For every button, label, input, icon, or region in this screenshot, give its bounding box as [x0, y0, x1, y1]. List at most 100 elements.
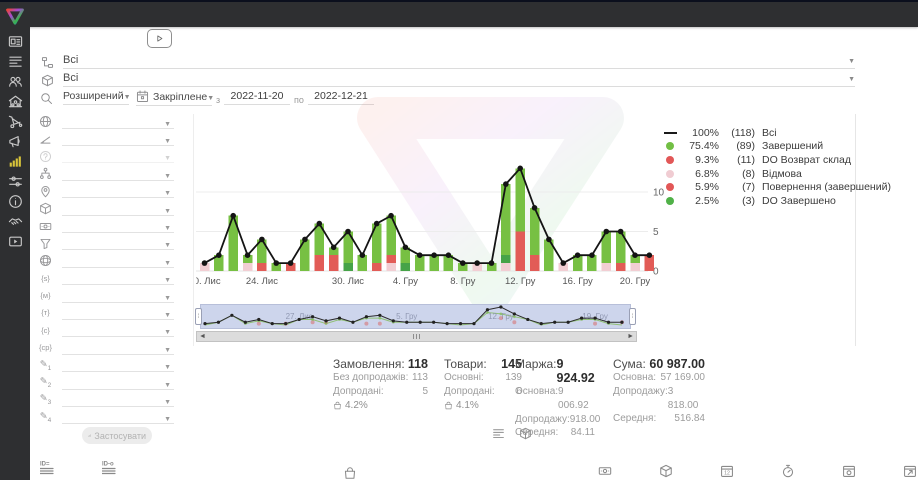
toolbar-calendar-export-button[interactable]: [903, 464, 917, 478]
date-to-value: 2022-12-21: [314, 90, 368, 102]
toolbar-cube-button[interactable]: [519, 427, 532, 440]
minimap[interactable]: 27. Лис5. Гру12. Гру19. Гру: [200, 304, 631, 329]
nav-info[interactable]: [8, 194, 23, 209]
nav-bar-chart[interactable]: [8, 154, 23, 169]
pencil-4-icon: ✎4: [40, 411, 52, 424]
calendar-export-icon: [903, 464, 917, 478]
side-filter-select[interactable]: ▼: [62, 132, 174, 146]
stat-value: 60 987.00: [649, 357, 705, 371]
legend-item[interactable]: 5.9%(7)Повернення (завершений): [663, 180, 891, 194]
stat-value: 9 924.92: [557, 357, 595, 385]
side-filter-select[interactable]: ▼: [62, 306, 174, 320]
legend-count: (3): [719, 195, 755, 207]
date-to-label: по: [294, 95, 304, 105]
product-filter[interactable]: Всі ▼: [63, 72, 855, 87]
period-mode-select[interactable]: Закріплене ▼: [136, 90, 212, 106]
side-filter-select[interactable]: ▼: [62, 341, 174, 355]
legend-percent: 6.8%: [682, 168, 719, 180]
toolbar-cube-button[interactable]: [659, 464, 673, 478]
minimap-right-handle[interactable]: ⁞: [629, 308, 636, 325]
department-filter[interactable]: Всі ▼: [63, 54, 855, 69]
pencil-2-icon: ✎2: [40, 376, 52, 389]
legend-item[interactable]: 6.8%(8)Відмова: [663, 167, 891, 181]
funnel-icon: [39, 237, 52, 250]
toolbar-bag-button[interactable]: [343, 466, 357, 480]
search-mode-select[interactable]: Розширений ▼: [63, 90, 129, 105]
upsell-rate: 4.1%: [444, 400, 522, 411]
legend-percent: 100%: [682, 127, 719, 139]
nav-video[interactable]: [8, 234, 23, 249]
nav-users[interactable]: [8, 74, 23, 89]
minimap-left-handle[interactable]: ⁞: [195, 308, 202, 325]
side-filter-select[interactable]: ▼: [62, 271, 174, 285]
apply-button[interactable]: Застосувати: [82, 427, 152, 444]
warehouse-icon: [8, 94, 23, 109]
side-filter-select[interactable]: ▼: [62, 393, 174, 407]
side-filter-select[interactable]: ▼: [62, 184, 174, 198]
svg-text:12. Гру: 12. Гру: [505, 276, 536, 287]
id-equal-icon: ID=: [40, 459, 56, 475]
stat-subrow: Допродані:6: [444, 385, 522, 399]
svg-text:ID-o: ID-o: [102, 462, 114, 468]
legend-item[interactable]: 75.4%(89)Завершений: [663, 140, 891, 154]
legend-item[interactable]: 9.3%(11)DO Возврат склад: [663, 153, 891, 167]
app-logo[interactable]: [4, 5, 26, 27]
toolbar-id-equal-button[interactable]: ID=: [40, 459, 56, 475]
side-filter-select[interactable]: ▼: [62, 358, 174, 372]
side-filter-row-6: ▼: [38, 217, 174, 234]
department-tree-icon: [41, 56, 54, 69]
date-to-input[interactable]: 2022-12-21: [308, 90, 374, 105]
legend-count: (7): [719, 181, 755, 193]
nav-orders-list[interactable]: [8, 54, 23, 69]
side-filter-select[interactable]: ▼: [62, 236, 174, 250]
upsell-rate-value: 4.1%: [456, 400, 479, 411]
nav-image-card[interactable]: [8, 34, 23, 49]
date-from-label: з: [216, 95, 220, 105]
side-filter-select[interactable]: ▼: [62, 219, 174, 233]
side-filter-row-16: ✎3▼: [38, 391, 174, 408]
nav-sliders[interactable]: [8, 174, 23, 189]
toolbar-calendar-coin-button[interactable]: [842, 464, 856, 478]
toolbar-id-dash-button[interactable]: ID-o: [102, 459, 118, 475]
filter-panel: ▼▼▼▼▼▼▼▼▼{s}▼{м}▼{т}▼{с}▼{ср}▼✎1▼✎2▼✎3▼✎…: [38, 113, 174, 426]
side-filter-select[interactable]: ▼: [62, 289, 174, 303]
nav-warehouse[interactable]: [8, 94, 23, 109]
toolbar-orders-list-button[interactable]: [492, 427, 505, 440]
stat-title: Сума:60 987.00: [613, 357, 705, 371]
side-filter-row-13: {ср}▼: [38, 339, 174, 356]
scroll-left-arrow[interactable]: ◄: [197, 332, 208, 341]
search-icon: [40, 92, 53, 105]
chevron-down-icon: ▼: [164, 277, 174, 284]
scroll-right-arrow[interactable]: ►: [625, 332, 636, 341]
scrollbar-grip: [413, 334, 420, 339]
side-filter-select[interactable]: ▼: [62, 376, 174, 390]
side-filter-select[interactable]: ▼: [62, 410, 174, 424]
chevron-down-icon: ▼: [207, 94, 214, 103]
toolbar-stopwatch-button[interactable]: [781, 464, 795, 478]
nav-megaphone[interactable]: [8, 134, 23, 149]
scrollbar-track[interactable]: [208, 332, 625, 341]
side-filter-select[interactable]: ▼: [62, 115, 174, 129]
video-help-button[interactable]: [147, 29, 172, 48]
toolbar-calendar-12-button[interactable]: 12: [720, 464, 734, 478]
legend-label: Всі: [762, 127, 777, 139]
legend-item[interactable]: 100%(118)Всі: [663, 126, 891, 140]
legend-percent: 75.4%: [682, 140, 719, 152]
svg-text:12: 12: [724, 471, 730, 477]
side-filter-select[interactable]: ▼: [62, 202, 174, 216]
stat-subrow: Без допродажів:113: [333, 371, 428, 385]
nav-handshake[interactable]: [8, 214, 23, 229]
chevron-down-icon: ▼: [164, 173, 174, 180]
chart-scrollbar[interactable]: ◄ ►: [196, 331, 637, 342]
legend-item[interactable]: 2.5%(3)DO Завершено: [663, 194, 891, 208]
side-filter-row-3: ▼: [38, 165, 174, 182]
side-filter-select[interactable]: ▼: [62, 254, 174, 268]
side-filter-select[interactable]: ▼: [62, 149, 174, 163]
toolbar-banknote-button[interactable]: [598, 464, 612, 478]
nav-trolley[interactable]: [8, 114, 23, 129]
side-filter-select[interactable]: ▼: [62, 167, 174, 181]
date-from-input[interactable]: 2022-11-20: [224, 90, 290, 105]
side-filter-select[interactable]: ▼: [62, 323, 174, 337]
stat-title: Маржа:9 924.92: [515, 357, 595, 385]
left-nav-rail: [0, 27, 30, 480]
